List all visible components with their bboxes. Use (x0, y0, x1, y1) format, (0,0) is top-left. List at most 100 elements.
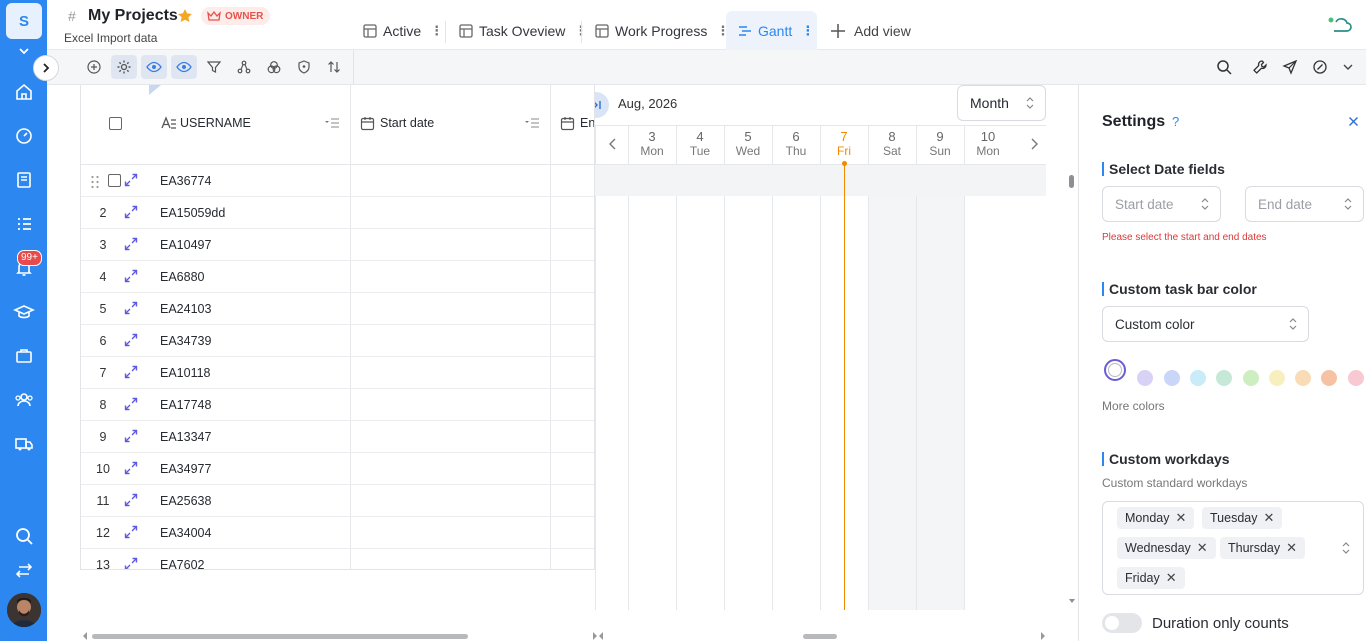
gantt-horizontal-scrollbar[interactable] (803, 634, 837, 639)
up-down-icon[interactable] (1341, 541, 1351, 555)
share-button[interactable] (1277, 55, 1303, 79)
table-row[interactable]: 8 EA17748 (81, 389, 594, 421)
username-cell[interactable]: EA34739 (160, 334, 211, 348)
team-icon[interactable] (13, 389, 35, 411)
expand-sidebar-button[interactable] (33, 55, 59, 81)
color-swatch[interactable] (1347, 370, 1364, 386)
username-cell[interactable]: EA17748 (160, 398, 211, 412)
expand-record-icon[interactable] (124, 301, 138, 315)
color-swatch[interactable] (1268, 370, 1285, 386)
username-cell[interactable]: EA24103 (160, 302, 211, 316)
chevron-down-icon[interactable] (18, 46, 30, 56)
expand-record-icon[interactable] (124, 429, 138, 443)
color-swatch[interactable] (1216, 370, 1233, 386)
remove-chip-icon[interactable]: ✕ (1286, 540, 1297, 556)
scroll-down-icon[interactable] (1068, 598, 1076, 604)
integrations-button[interactable] (1307, 55, 1333, 79)
chevron-down-icon[interactable] (1342, 62, 1354, 72)
chevron-left-icon[interactable] (608, 137, 618, 151)
briefcase-icon[interactable] (13, 345, 35, 367)
settings-button[interactable] (111, 55, 137, 79)
table-row[interactable]: 10 EA34977 (81, 453, 594, 485)
table-row[interactable]: 7 EA10118 (81, 357, 594, 389)
table-row[interactable]: 3 EA10497 (81, 229, 594, 261)
avatar[interactable] (7, 593, 41, 627)
close-icon[interactable] (1348, 116, 1359, 127)
add-record-button[interactable] (81, 55, 107, 79)
username-cell[interactable]: EA34004 (160, 526, 211, 540)
tab-gantt[interactable]: Gantt ⋮ (726, 11, 817, 51)
username-cell[interactable]: EA15059dd (160, 206, 225, 220)
tab-work-progress[interactable]: Work Progress ⋮ (595, 11, 729, 51)
tab-menu-icon[interactable]: ⋮ (801, 23, 814, 39)
sort-button[interactable] (321, 55, 347, 79)
username-cell[interactable]: EA25638 (160, 494, 211, 508)
select-all-checkbox[interactable] (109, 117, 122, 130)
username-cell[interactable]: EA36774 (160, 174, 211, 188)
column-menu-icon[interactable] (524, 118, 540, 128)
scale-select[interactable]: Month (957, 85, 1046, 121)
color-swatch[interactable] (1137, 370, 1154, 386)
scroll-left-icon[interactable] (598, 632, 604, 640)
table-row[interactable]: 13 EA7602 (81, 549, 594, 570)
expand-record-icon[interactable] (124, 397, 138, 411)
tab-active[interactable]: Active ⋮ (363, 11, 443, 51)
remove-chip-icon[interactable]: ✕ (1175, 510, 1186, 526)
expand-record-icon[interactable] (124, 557, 138, 570)
username-cell[interactable]: EA34977 (160, 462, 211, 476)
home-icon[interactable] (13, 81, 35, 103)
duration-toggle[interactable] (1102, 613, 1142, 633)
tab-task-overview[interactable]: Task Oveview ⋮ (459, 11, 587, 51)
expand-record-icon[interactable] (124, 365, 138, 379)
username-cell[interactable]: EA13347 (160, 430, 211, 444)
swap-icon[interactable] (13, 559, 35, 581)
color-swatch[interactable] (1189, 370, 1206, 386)
page-title[interactable]: My Projects (88, 7, 178, 25)
star-icon[interactable] (177, 8, 193, 24)
truck-icon[interactable] (13, 433, 35, 455)
table-row[interactable]: 12 EA34004 (81, 517, 594, 549)
start-date-field-select[interactable]: Start date (1102, 186, 1221, 222)
username-cell[interactable]: EA6880 (160, 270, 204, 284)
tools-button[interactable] (1247, 55, 1273, 79)
add-view-button[interactable]: Add view (830, 11, 911, 51)
expand-record-icon[interactable] (124, 493, 138, 507)
permissions-button[interactable] (291, 55, 317, 79)
table-row[interactable]: 5 EA24103 (81, 293, 594, 325)
expand-record-icon[interactable] (124, 237, 138, 251)
scroll-left-icon[interactable] (82, 632, 88, 640)
remove-chip-icon[interactable]: ✕ (1263, 510, 1274, 526)
tab-menu-icon[interactable]: ⋮ (430, 23, 443, 39)
color-swatch[interactable] (1104, 359, 1126, 381)
task-list-icon[interactable] (13, 213, 35, 235)
cloud-sync-icon[interactable] (1326, 14, 1354, 36)
expand-record-icon[interactable] (124, 525, 138, 539)
expand-record-icon[interactable] (124, 461, 138, 475)
drag-handle-icon[interactable] (90, 174, 100, 190)
show-fields-button[interactable] (141, 55, 167, 79)
bar-color-select[interactable]: Custom color (1102, 306, 1309, 342)
color-swatch[interactable] (1163, 370, 1180, 386)
visibility-button[interactable] (171, 55, 197, 79)
username-cell[interactable]: EA7602 (160, 558, 204, 569)
remove-chip-icon[interactable]: ✕ (1197, 540, 1208, 556)
chevron-right-icon[interactable] (1029, 137, 1039, 151)
table-row[interactable]: 4 EA6880 (81, 261, 594, 293)
expand-record-icon[interactable] (124, 173, 138, 187)
table-row[interactable]: 6 EA34739 (81, 325, 594, 357)
graduation-cap-icon[interactable] (13, 301, 35, 323)
color-swatch[interactable] (1321, 370, 1338, 386)
expand-record-icon[interactable] (124, 269, 138, 283)
table-row[interactable]: 11 EA25638 (81, 485, 594, 517)
color-swatch[interactable] (1295, 370, 1312, 386)
search-icon[interactable] (13, 525, 35, 547)
column-header-end-date[interactable]: En (580, 116, 594, 130)
dashboard-icon[interactable] (13, 125, 35, 147)
color-swatch[interactable] (1242, 370, 1259, 386)
username-cell[interactable]: EA10497 (160, 238, 211, 252)
column-header-username[interactable]: USERNAME (180, 116, 251, 130)
color-button[interactable] (261, 55, 287, 79)
help-icon[interactable]: ? (1172, 114, 1179, 129)
table-row[interactable]: EA36774 (81, 165, 594, 197)
username-cell[interactable]: EA10118 (160, 366, 211, 380)
